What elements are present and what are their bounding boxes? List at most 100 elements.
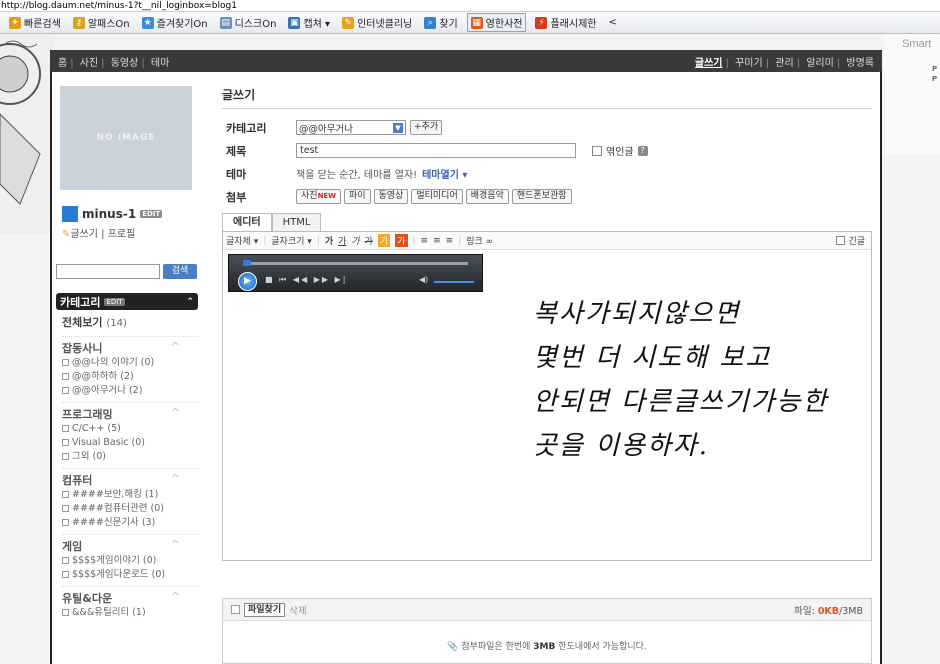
align-right-button[interactable]: ≡ <box>446 236 454 246</box>
nav-guestbook[interactable]: 방명록 <box>846 58 874 69</box>
nav-video[interactable]: 동영상 <box>111 58 139 69</box>
attach-photo-button[interactable]: 사진NEW <box>296 189 341 204</box>
delete-file-button[interactable]: 삭제 <box>289 603 306 617</box>
editor-area[interactable]: 글자체 ▾ | 글자크기 ▾ | 가 가 가 가 가 가 | ≡ ≡ ≡ | 링크 ∞ … <box>222 231 872 561</box>
long-post-toggle[interactable]: 긴글 <box>836 234 865 247</box>
theme-open-link[interactable]: 테마열기 ▾ <box>422 166 467 181</box>
play-icon[interactable]: ▶ <box>238 272 257 291</box>
seek-handle[interactable] <box>243 260 251 266</box>
add-category-button[interactable]: +추가 <box>410 120 443 135</box>
volume-slider[interactable] <box>434 281 474 283</box>
category-group-title[interactable]: 잡동사니 ^ <box>62 336 198 356</box>
align-center-button[interactable]: ≡ <box>433 236 441 246</box>
trackback-checkbox[interactable] <box>592 145 602 156</box>
category-item[interactable]: ####컴퓨터관련 (0) <box>62 502 198 516</box>
category-item[interactable]: @@하하하 (2) <box>62 370 198 384</box>
theme-label: 테마 <box>226 167 247 181</box>
italic-button[interactable]: 가 <box>351 234 359 247</box>
tab-editor[interactable]: 에디터 <box>222 213 272 231</box>
paperclip-icon: 📎 <box>447 642 459 652</box>
font-size-select[interactable]: 글자크기 ▾ <box>271 234 312 247</box>
category-select[interactable]: @@아무거나 ▼ <box>296 120 406 135</box>
underline-button[interactable]: 가 <box>338 234 346 247</box>
category-edit-badge[interactable]: EDIT <box>104 297 125 306</box>
text-color-button[interactable]: 가 <box>377 234 391 247</box>
theme-row: 테마 책을 닫는 순간, 테마를 열자! 테마열기 ▾ <box>222 163 872 184</box>
handwritten-note: 복사가되지않으면 몇번 더 시도해 보고 안되면 다른글쓰기가능한 곳을 이용하… <box>533 292 933 468</box>
category-group: 컴퓨터 ^ ####보안,해킹 (1) ####컴퓨터관련 (0) ####신문기… <box>62 468 198 530</box>
bg-color-button[interactable]: 가 <box>395 234 408 247</box>
nav-theme[interactable]: 테마 <box>151 58 169 69</box>
bold-button[interactable]: 가 <box>325 234 333 247</box>
category-item[interactable]: 그외 (0) <box>62 450 198 464</box>
link-favorites[interactable]: ★ 즐겨찾기On <box>139 14 211 31</box>
category-group-title[interactable]: 게임 ^ <box>62 534 198 554</box>
nav-photo[interactable]: 사진 <box>80 58 98 69</box>
category-item[interactable]: ####보안,해킹 (1) <box>62 488 198 502</box>
blog-top-nav: 홈 | 사진 | 동영상 | 테마 글쓰기 | 꾸미기 | 관리 | 알리미 | 방명록 <box>50 50 882 72</box>
tab-html[interactable]: HTML <box>271 213 322 231</box>
category-item[interactable]: $$$$게임다운로드 (0) <box>62 568 198 582</box>
folder-icon <box>62 519 69 526</box>
attach-multimedia-button[interactable]: 멀티미디어 <box>411 189 463 204</box>
category-item[interactable]: Visual Basic (0) <box>62 436 198 450</box>
help-icon[interactable]: ? <box>637 145 648 156</box>
playback-controls[interactable]: ■ ⏮ ◀◀ ▶▶ ▶| <box>265 275 347 285</box>
category-item[interactable]: &&&유틸리티 (1) <box>62 606 198 620</box>
category-item[interactable]: $$$$게임이야기 (0) <box>62 554 198 568</box>
align-left-button[interactable]: ≡ <box>421 236 429 246</box>
link-flash-block[interactable]: ⚡ 플래시제한 <box>532 14 599 31</box>
category-item[interactable]: ####신문기사 (3) <box>62 516 198 530</box>
attach-phone-storage-button[interactable]: 핸드폰보관함 <box>511 189 572 204</box>
nav-write[interactable]: 글쓰기 <box>695 58 723 69</box>
link-disk[interactable]: ▤ 디스크On <box>217 14 280 31</box>
link-alpass[interactable]: ⚷ 알패스On <box>70 14 133 31</box>
chevron-up-icon[interactable]: ⌃ <box>186 297 194 307</box>
category-item[interactable]: @@나의 이야기 (0) <box>62 356 198 370</box>
links-scroll-left[interactable]: < <box>605 16 619 29</box>
folder-icon <box>62 557 69 564</box>
edit-badge[interactable]: EDIT <box>140 210 163 218</box>
handwriting-line: 안되면 다른글쓰기가능한 <box>533 387 829 417</box>
attach-file-button[interactable]: 파이 <box>343 189 371 204</box>
category-item[interactable]: C/C++ (5) <box>62 422 198 436</box>
font-family-select[interactable]: 글자체 ▾ <box>226 234 258 247</box>
category-label: 카테고리 <box>226 121 267 135</box>
find-file-button[interactable]: 파일찾기 <box>244 602 286 617</box>
sidebar-search-input[interactable] <box>56 264 160 279</box>
strike-button[interactable]: 가 <box>365 234 373 247</box>
category-header: 카테고리 EDIT ⌃ <box>56 293 198 310</box>
volume-icon[interactable]: ◀) <box>419 275 428 284</box>
link-dictionary[interactable]: ▦ 영한사전 <box>466 13 527 32</box>
media-player: ▶ ■ ⏮ ◀◀ ▶▶ ▶| ◀) <box>228 254 483 292</box>
link-capture[interactable]: ▣ 캡쳐 ▾ <box>285 14 333 31</box>
category-group-title[interactable]: 컴퓨터 ^ <box>62 468 198 488</box>
nav-home[interactable]: 홈 <box>58 58 67 69</box>
link-quick-search[interactable]: ✦ 빠른검색 <box>6 14 64 31</box>
select-all-checkbox[interactable] <box>231 605 240 614</box>
nav-manage[interactable]: 관리 <box>775 58 793 69</box>
category-all[interactable]: 전체보기 (14) <box>62 314 198 330</box>
link-find[interactable]: ⌕ 찾기 <box>421 14 460 31</box>
category-item[interactable]: @@아무거나 (2) <box>62 384 198 398</box>
category-group-title[interactable]: 유틸&다운 ^ <box>62 586 198 606</box>
url-bar[interactable]: http://blog.daum.net/minus-1?t__nil_logi… <box>0 0 940 12</box>
attach-video-button[interactable]: 동영상 <box>373 189 409 204</box>
handwriting-line: 몇번 더 시도해 보고 <box>533 343 772 373</box>
category-row: 카테고리 @@아무거나 ▼ +추가 <box>222 117 872 138</box>
nickname[interactable]: minus-1 <box>82 207 136 221</box>
profile-links[interactable]: ✎글쓰기 | 프로필 <box>62 225 198 240</box>
title-input[interactable]: test <box>296 143 576 158</box>
link-button[interactable]: 링크 ∞ <box>466 234 493 247</box>
link-internet-cleaning[interactable]: ✎ 인터넷클리닝 <box>339 14 415 31</box>
nav-notifier[interactable]: 알리미 <box>806 58 834 69</box>
folder-icon <box>62 453 69 460</box>
title-label: 제목 <box>226 144 247 158</box>
seek-bar[interactable] <box>243 262 468 265</box>
sidebar-search-button[interactable]: 검색 <box>163 264 197 279</box>
nav-decorate[interactable]: 꾸미기 <box>735 58 763 69</box>
category-group: 유틸&다운 ^ &&&유틸리티 (1) <box>62 586 198 620</box>
long-post-checkbox[interactable] <box>836 236 846 245</box>
attach-bgm-button[interactable]: 배경음악 <box>465 189 509 204</box>
category-group-title[interactable]: 프로그래밍 ^ <box>62 402 198 422</box>
